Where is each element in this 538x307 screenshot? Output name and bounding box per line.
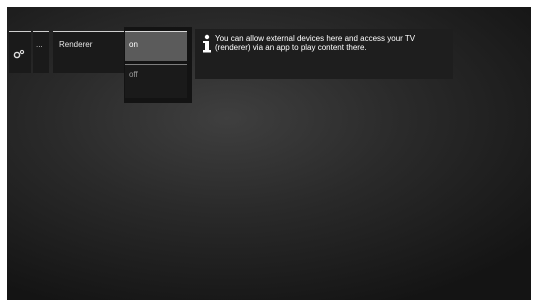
- info-icon: [202, 34, 212, 56]
- info-text: You can allow external devices here and …: [215, 34, 416, 52]
- renderer-label: Renderer: [59, 40, 93, 49]
- renderer-menu-item[interactable]: Renderer: [53, 31, 124, 73]
- option-off-label: off: [129, 70, 138, 79]
- settings-tile[interactable]: [9, 31, 31, 73]
- more-label: ...: [36, 40, 43, 49]
- info-panel: You can allow external devices here and …: [195, 29, 453, 79]
- renderer-options: on off: [124, 27, 192, 103]
- more-tile[interactable]: ...: [33, 31, 49, 73]
- option-off[interactable]: off: [125, 64, 187, 98]
- option-on-label: on: [129, 40, 138, 49]
- tv-screen: ... Renderer on off You can allow extern…: [7, 7, 531, 300]
- gear-icon: [13, 46, 25, 59]
- option-on[interactable]: on: [125, 31, 187, 61]
